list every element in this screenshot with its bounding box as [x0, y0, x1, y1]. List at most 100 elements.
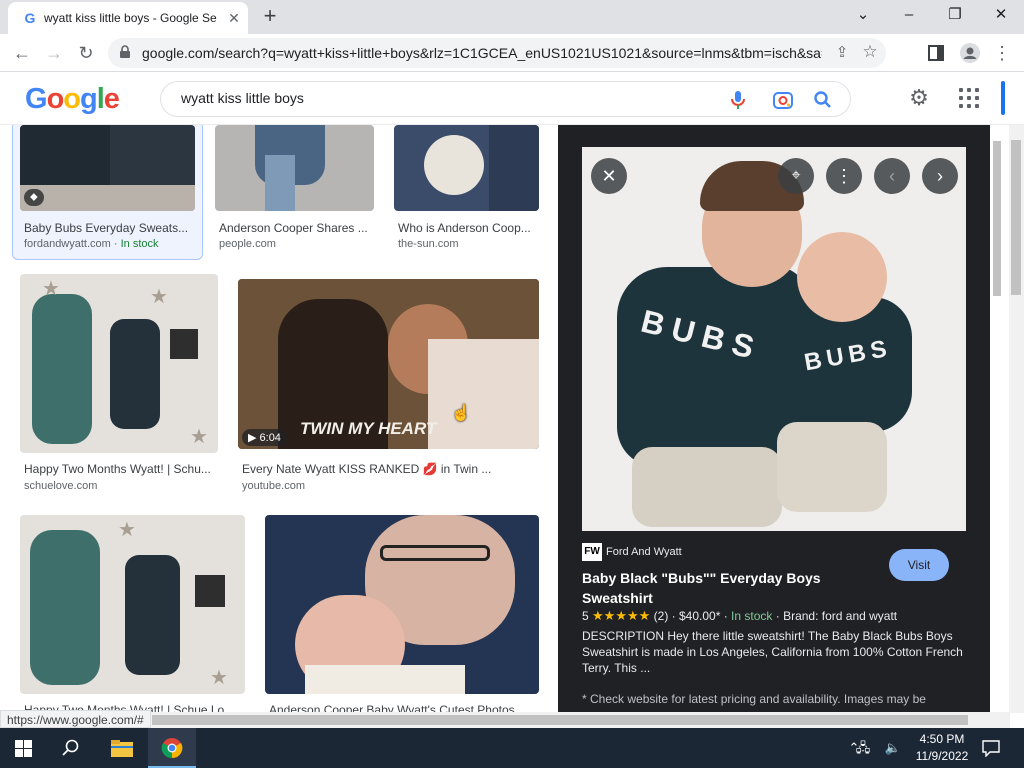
rating-value: 5	[582, 609, 589, 623]
tab-strip: G wyatt kiss little boys - Google Se ✕ +…	[0, 0, 1024, 34]
browser-toolbar: ← → ↻ google.com/search?q=wyatt+kiss+lit…	[0, 34, 1024, 72]
close-panel-button[interactable]: ✕	[591, 158, 627, 194]
result-thumbnail[interactable]	[394, 125, 539, 211]
chrome-icon	[161, 738, 183, 759]
taskbar-search-icon[interactable]	[62, 739, 80, 757]
hand-cursor-icon: ☝	[451, 405, 471, 422]
google-lens-camera-icon[interactable]	[771, 88, 795, 112]
minimize-button[interactable]: –	[886, 0, 932, 30]
result-source: people.com	[219, 238, 276, 250]
lens-search-icon[interactable]: ⌖	[778, 158, 814, 194]
star-decoration-icon: ★	[190, 426, 208, 448]
microphone-icon[interactable]	[726, 88, 750, 112]
new-tab-button[interactable]: +	[256, 4, 284, 30]
back-arrow-icon[interactable]: ←	[8, 39, 36, 67]
bookmark-star-icon[interactable]: ☆	[860, 42, 880, 62]
page-scrollbar-thumb[interactable]	[1011, 140, 1021, 295]
lock-icon	[120, 45, 130, 58]
search-box	[160, 81, 851, 117]
result-thumbnail[interactable]	[215, 125, 374, 211]
product-description: DESCRIPTION Hey there little sweatshirt!…	[582, 629, 963, 675]
result-caption[interactable]: Every Nate Wyatt KISS RANKED 💋 in Twin .…	[242, 462, 539, 476]
image-preview-panel: BUBS BUBS ✕ ⌖ ⋮ ‹ › FW Ford And Wyatt Ba…	[558, 125, 990, 713]
file-explorer-icon[interactable]	[110, 738, 134, 758]
site-name[interactable]: Ford And Wyatt	[606, 546, 682, 558]
brand-label: Brand: ford and wyatt	[783, 609, 898, 623]
volume-icon[interactable]: 🔈	[878, 728, 908, 768]
result-thumbnail[interactable]	[265, 515, 539, 694]
review-count: (2)	[653, 609, 669, 623]
result-thumbnail[interactable]: ⬥	[20, 125, 195, 211]
star-decoration-icon: ★	[210, 667, 228, 689]
horizontal-scrollbar[interactable]	[0, 712, 1010, 728]
notifications-icon[interactable]	[982, 739, 1000, 757]
tab-search-icon[interactable]: ⌄	[840, 0, 886, 30]
google-favicon-icon: G	[24, 10, 36, 26]
result-source: the-sun.com	[398, 238, 459, 250]
search-icon[interactable]	[811, 88, 835, 112]
result-thumbnail[interactable]: ★ ★ ★	[20, 274, 218, 453]
result-caption[interactable]: Anderson Cooper Shares ...	[219, 221, 374, 235]
next-image-icon[interactable]: ›	[922, 158, 958, 194]
stock-status: In stock	[731, 609, 773, 623]
profile-avatar-icon[interactable]	[960, 43, 980, 63]
google-apps-icon[interactable]	[956, 85, 982, 111]
video-overlay-title: TWIN MY HEART	[300, 419, 437, 438]
side-panel-icon[interactable]	[928, 45, 944, 61]
result-source: schuelove.com	[24, 480, 98, 492]
video-duration-badge: ▶ 6:04	[242, 429, 287, 446]
star-decoration-icon: ★	[150, 286, 168, 308]
product-title[interactable]: Baby Black "Bubs"" Everyday Boys Sweatsh…	[582, 568, 852, 608]
share-icon[interactable]: ⇪	[832, 43, 852, 61]
preview-image[interactable]: BUBS BUBS	[582, 147, 966, 531]
address-bar[interactable]: google.com/search?q=wyatt+kiss+little+bo…	[108, 38, 886, 68]
google-logo[interactable]: Google	[25, 83, 120, 116]
clock-time: 4:50 PM	[919, 732, 965, 746]
browser-tab[interactable]: G wyatt kiss little boys - Google Se ✕	[8, 2, 248, 34]
result-caption[interactable]: Baby Bubs Everyday Sweats...	[24, 221, 194, 235]
network-icon[interactable]: 🖧	[850, 728, 876, 768]
windows-start-icon[interactable]	[15, 740, 32, 757]
star-decoration-icon: ★	[118, 519, 136, 541]
result-caption[interactable]: Happy Two Months Wyatt! | Schu...	[24, 462, 218, 476]
product-tag-icon: ⬥	[24, 189, 44, 206]
restore-button[interactable]: ❐	[932, 0, 978, 30]
horizontal-scrollbar-thumb[interactable]	[152, 715, 968, 725]
result-thumbnail[interactable]: ★ ★	[20, 515, 245, 694]
result-caption[interactable]: Who is Anderson Coop...	[398, 221, 538, 235]
product-price: $40.00*	[679, 609, 721, 623]
result-source: youtube.com	[242, 480, 305, 492]
video-duration: 6:04	[259, 432, 281, 444]
more-options-icon[interactable]: ⋮	[826, 158, 862, 194]
reload-icon[interactable]: ↻	[72, 39, 100, 67]
vertical-scrollbar[interactable]	[990, 125, 1024, 713]
rating-stars-icon: ★★★★★	[592, 608, 651, 623]
url-text: google.com/search?q=wyatt+kiss+little+bo…	[142, 45, 822, 61]
close-tab-icon[interactable]: ✕	[224, 8, 244, 28]
system-clock[interactable]: 4:50 PM 11/9/2022	[912, 731, 972, 765]
pricing-disclaimer: * Check website for latest pricing and a…	[582, 692, 926, 706]
result-source: fordandwyatt.com · In stock	[24, 238, 159, 250]
video-thumbnail[interactable]: TWIN MY HEART ▶ 6:04	[238, 279, 539, 449]
stock-status: In stock	[120, 238, 159, 250]
browser-menu-icon[interactable]: ⋮	[988, 39, 1016, 67]
previous-image-icon[interactable]: ‹	[874, 158, 910, 194]
chrome-taskbar-button[interactable]	[148, 728, 196, 768]
browser-window: G wyatt kiss little boys - Google Se ✕ +…	[0, 0, 1024, 728]
visit-button[interactable]: Visit	[889, 549, 949, 581]
google-header: Google ⚙	[0, 73, 1024, 125]
windows-taskbar: ⌃ 🖧 🔈 4:50 PM 11/9/2022	[0, 728, 1024, 768]
result-source-domain: fordandwyatt.com	[24, 238, 111, 250]
product-info-line: 5 ★★★★★ (2) · $40.00* · In stock · Brand…	[582, 608, 898, 623]
header-accent-bar	[1001, 81, 1005, 115]
image-results-grid: ⬥ Baby Bubs Everyday Sweats... fordandwy…	[0, 125, 558, 713]
tab-title: wyatt kiss little boys - Google Se	[44, 11, 217, 25]
panel-scrollbar-thumb[interactable]	[993, 141, 1001, 296]
search-input[interactable]	[181, 90, 701, 106]
status-bar-url: https://www.google.com/#	[0, 710, 151, 728]
site-logo: FW	[582, 543, 602, 561]
clock-date: 11/9/2022	[915, 749, 969, 763]
settings-gear-icon[interactable]: ⚙	[906, 85, 932, 111]
forward-arrow-icon[interactable]: →	[40, 39, 68, 67]
close-window-button[interactable]: ✕	[978, 0, 1024, 30]
